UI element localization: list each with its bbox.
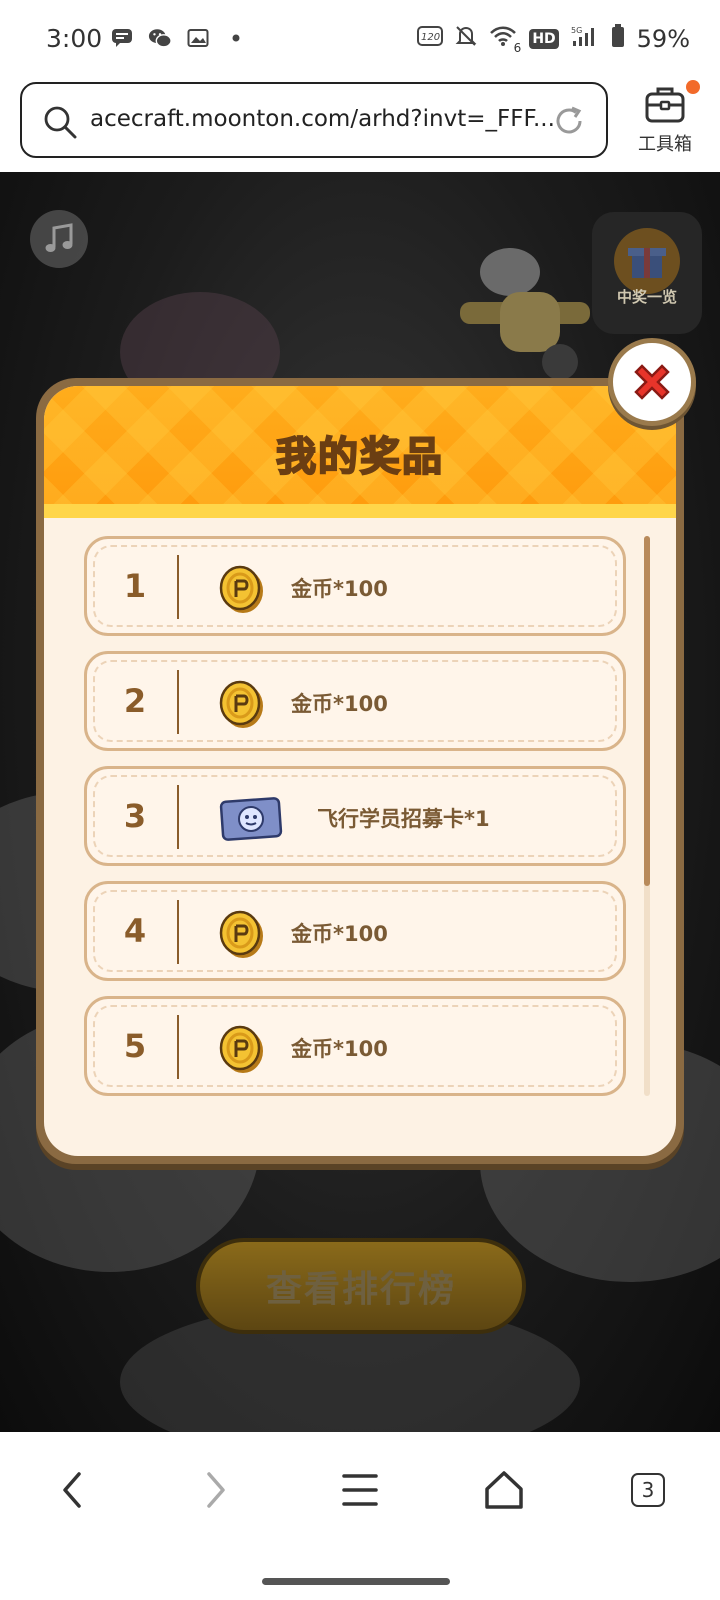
address-bar[interactable]: acecraft.moonton.com/arhd?invt=_FFF... bbox=[20, 82, 608, 158]
forward-button[interactable] bbox=[186, 1460, 246, 1520]
svg-text:120: 120 bbox=[421, 32, 440, 43]
notification-icons bbox=[110, 26, 248, 50]
tabs-button[interactable]: 3 bbox=[618, 1460, 678, 1520]
refresh-icon[interactable] bbox=[552, 104, 586, 138]
prize-row: 1 金币*100 bbox=[84, 536, 626, 636]
prize-list[interactable]: 1 金币*100 2 金币*100 3 飞行学员招募卡*1 4 金币*100 5… bbox=[84, 536, 626, 1111]
wechat-icon bbox=[148, 26, 172, 50]
gold-coin-icon bbox=[213, 561, 269, 617]
prize-row: 5 金币*100 bbox=[84, 996, 626, 1096]
close-button[interactable] bbox=[608, 338, 696, 426]
home-icon bbox=[485, 1471, 523, 1509]
prize-name: 金币*100 bbox=[291, 577, 388, 601]
prize-row: 3 飞行学员招募卡*1 bbox=[84, 766, 626, 866]
gift-icon bbox=[614, 228, 680, 294]
modal-title: 我的奖品 bbox=[275, 433, 444, 481]
toolbox-button[interactable]: 工具箱 bbox=[630, 80, 700, 160]
wifi-icon: 6 bbox=[489, 25, 521, 55]
row-divider bbox=[177, 785, 179, 849]
browser-toolbar: acecraft.moonton.com/arhd?invt=_FFF... 工… bbox=[0, 80, 720, 172]
dot-icon bbox=[224, 26, 248, 50]
toolbox-icon bbox=[644, 80, 700, 126]
gold-coin-icon bbox=[213, 676, 269, 732]
prize-rank: 2 bbox=[123, 682, 147, 720]
plane-illustration bbox=[460, 248, 590, 380]
prize-name: 金币*100 bbox=[291, 1037, 388, 1061]
prize-list-scrollbar[interactable] bbox=[644, 536, 650, 1096]
battery-percent: 59% bbox=[636, 25, 690, 53]
svg-text:5G: 5G bbox=[571, 26, 582, 35]
mute-icon bbox=[455, 25, 477, 53]
battery-icon bbox=[611, 24, 625, 54]
home-button[interactable] bbox=[474, 1460, 534, 1520]
wifi-badge: 6 bbox=[513, 41, 522, 55]
leaderboard-label: 查看排行榜 bbox=[265, 1269, 456, 1310]
menu-button[interactable] bbox=[330, 1460, 390, 1520]
recruit-card-icon bbox=[219, 795, 283, 843]
status-time: 3:00 bbox=[46, 24, 103, 53]
tabs-count: 3 bbox=[631, 1473, 665, 1507]
gesture-bar[interactable] bbox=[262, 1578, 450, 1585]
prize-row: 4 金币*100 bbox=[84, 881, 626, 981]
music-note-icon bbox=[45, 223, 73, 252]
my-prizes-modal: 我的奖品 1 金币*100 2 金币*100 3 飞行学员招募卡*1 4 金币*… bbox=[36, 378, 684, 1164]
prize-rank: 5 bbox=[123, 1027, 147, 1065]
row-divider bbox=[177, 670, 179, 734]
120hz-icon: 120 bbox=[417, 25, 444, 53]
prize-row: 2 金币*100 bbox=[84, 651, 626, 751]
modal-panel: 我的奖品 1 金币*100 2 金币*100 3 飞行学员招募卡*1 4 金币*… bbox=[44, 386, 676, 1156]
modal-header: 我的奖品 bbox=[44, 386, 676, 518]
hd-icon: HD bbox=[529, 29, 559, 49]
forward-arrow-icon bbox=[207, 1472, 225, 1508]
toolbox-label: 工具箱 bbox=[638, 134, 692, 155]
winners-label: 中奖一览 bbox=[616, 288, 677, 306]
signal-icon: 5G bbox=[571, 25, 599, 53]
message-icon bbox=[110, 26, 134, 50]
back-button[interactable] bbox=[42, 1460, 102, 1520]
winners-list-button[interactable]: 中奖一览 bbox=[592, 212, 702, 334]
prize-rank: 1 bbox=[123, 567, 147, 605]
row-divider bbox=[177, 1015, 179, 1079]
row-divider bbox=[177, 900, 179, 964]
gold-coin-icon bbox=[213, 906, 269, 962]
gold-coin-icon bbox=[213, 1021, 269, 1077]
notification-dot bbox=[686, 80, 700, 94]
prize-name: 金币*100 bbox=[291, 692, 388, 716]
scrollbar-thumb[interactable] bbox=[644, 536, 650, 886]
browser-bottom-nav: 3 bbox=[0, 1432, 720, 1600]
view-leaderboard-button[interactable]: 查看排行榜 bbox=[196, 1238, 526, 1334]
image-icon bbox=[186, 26, 210, 50]
status-bar: 3:00 120 6 HD 5G 59% bbox=[0, 0, 720, 80]
search-icon bbox=[42, 104, 78, 140]
system-icons: 120 6 HD 5G 59% bbox=[417, 24, 690, 55]
music-toggle-button[interactable] bbox=[30, 210, 88, 268]
close-icon bbox=[634, 364, 670, 400]
header-strip bbox=[44, 504, 676, 518]
url-text[interactable]: acecraft.moonton.com/arhd?invt=_FFF... bbox=[90, 106, 555, 132]
menu-icon bbox=[342, 1474, 378, 1506]
back-arrow-icon bbox=[63, 1472, 81, 1508]
prize-name: 金币*100 bbox=[291, 922, 388, 946]
row-divider bbox=[177, 555, 179, 619]
prize-rank: 4 bbox=[123, 912, 147, 950]
prize-rank: 3 bbox=[123, 797, 147, 835]
prize-name: 飞行学员招募卡*1 bbox=[317, 807, 490, 831]
